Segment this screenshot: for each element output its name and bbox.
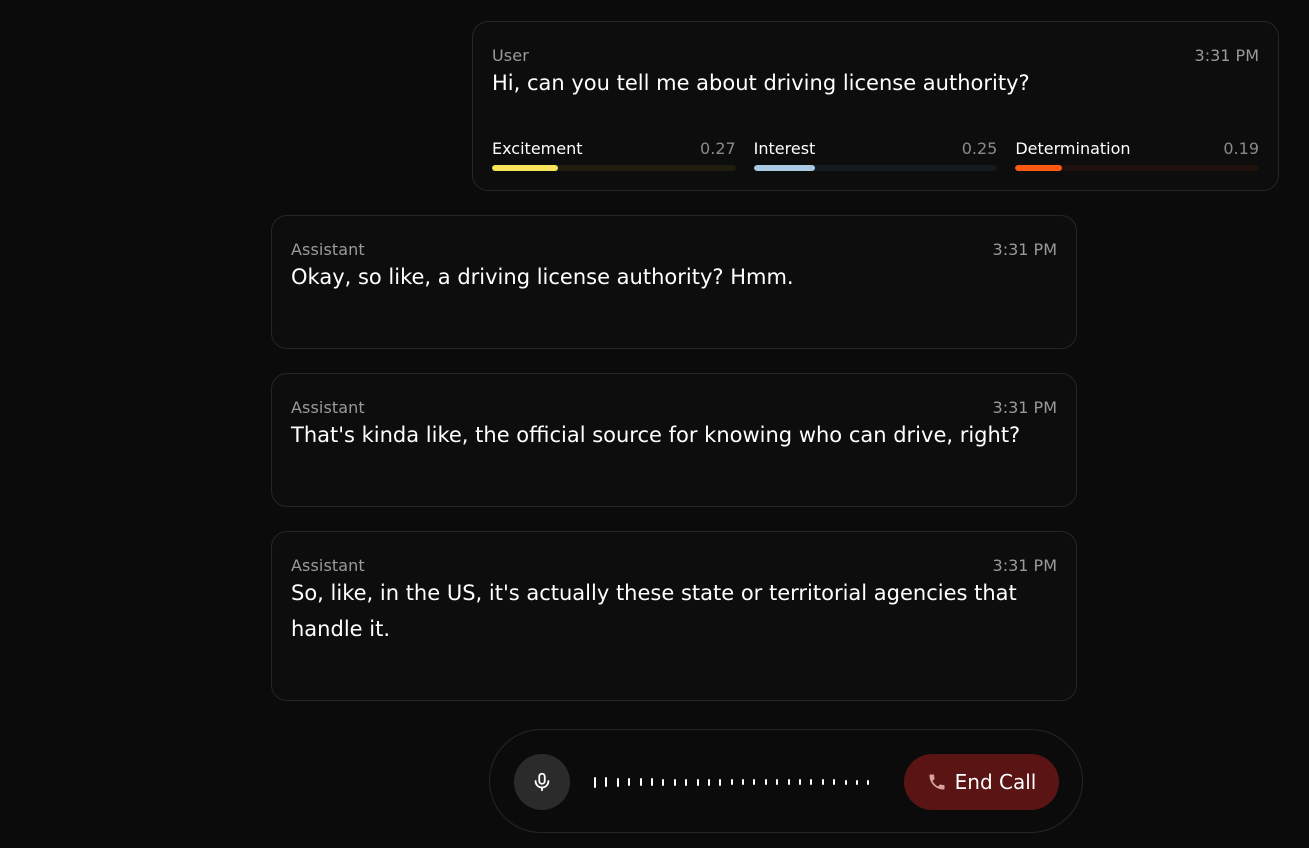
waveform-bar (867, 779, 870, 785)
emotion-bar-track (753, 165, 998, 171)
message-role: User (492, 46, 529, 65)
emotion-bar-fill (753, 165, 815, 171)
emotion-name: Determination (1015, 139, 1131, 158)
waveform-bar (833, 779, 836, 785)
message-role: Assistant (291, 556, 365, 575)
assistant-message-card: Assistant 3:31 PM So, like, in the US, i… (271, 531, 1077, 701)
end-call-label: End Call (954, 770, 1037, 794)
message-role: Assistant (291, 240, 365, 259)
waveform-bar (673, 778, 676, 786)
waveform-bar (799, 779, 802, 785)
waveform-bar (753, 779, 756, 785)
waveform-bar (855, 779, 858, 785)
message-text: Hi, can you tell me about driving licens… (492, 71, 1030, 95)
message-time: 3:31 PM (992, 240, 1057, 259)
waveform-bar (616, 777, 619, 787)
waveform-bar (821, 779, 824, 785)
message-header: Assistant 3:31 PM (291, 556, 1057, 575)
message-header: Assistant 3:31 PM (291, 398, 1057, 417)
waveform-bar (844, 779, 847, 785)
emotion-bar-track (492, 165, 736, 171)
emotion-score: 0.27 (700, 139, 736, 158)
emotion-bar-track (1015, 165, 1260, 171)
message-time: 3:31 PM (992, 398, 1057, 417)
waveform-bar (594, 776, 596, 788)
waveform-bar (787, 779, 790, 785)
microphone-icon (534, 772, 550, 792)
emotion-interest: Interest 0.25 (753, 139, 998, 171)
waveform-bar (707, 778, 710, 786)
user-message-card: User 3:31 PM Hi, can you tell me about d… (472, 21, 1279, 191)
waveform-bar (776, 779, 779, 785)
waveform-bar (650, 778, 653, 786)
waveform-bar (639, 778, 642, 786)
audio-waveform (594, 774, 870, 790)
emotion-name: Interest (753, 139, 816, 158)
message-header: Assistant 3:31 PM (291, 240, 1057, 259)
emotion-determination: Determination 0.19 (1015, 139, 1260, 171)
emotion-name: Excitement (492, 139, 583, 158)
call-controls-bar: End Call (489, 729, 1083, 833)
waveform-bar (685, 778, 688, 786)
waveform-bar (696, 778, 699, 786)
assistant-message-card: Assistant 3:31 PM Okay, so like, a drivi… (271, 215, 1077, 349)
message-time: 3:31 PM (1194, 46, 1259, 65)
message-role: Assistant (291, 398, 365, 417)
microphone-toggle-button[interactable] (514, 754, 570, 810)
emotion-score: 0.25 (961, 139, 998, 158)
waveform-bar (764, 779, 767, 785)
message-time: 3:31 PM (992, 556, 1057, 575)
message-text: So, like, in the US, it's actually these… (291, 581, 1017, 641)
message-text: That's kinda like, the official source f… (291, 423, 1021, 447)
waveform-bar (662, 778, 665, 786)
message-header: User 3:31 PM (492, 46, 1259, 65)
emotion-bar-fill (1015, 165, 1062, 171)
emotion-score: 0.19 (1223, 139, 1260, 158)
waveform-bar (742, 779, 745, 785)
waveform-bar (628, 778, 631, 786)
phone-icon (929, 774, 945, 790)
assistant-message-card: Assistant 3:31 PM That's kinda like, the… (271, 373, 1077, 507)
chat-screen: User 3:31 PM Hi, can you tell me about d… (0, 0, 1309, 848)
waveform-bar (810, 779, 813, 785)
waveform-bar (719, 778, 722, 786)
emotion-scores: Excitement 0.27 Interest 0.25 Determinat… (492, 139, 1260, 171)
emotion-excitement: Excitement 0.27 (492, 139, 736, 171)
waveform-bar (605, 777, 608, 787)
waveform-bar (730, 779, 733, 785)
message-text: Okay, so like, a driving license authori… (291, 265, 794, 289)
end-call-button[interactable]: End Call (904, 754, 1059, 810)
emotion-bar-fill (492, 165, 558, 171)
